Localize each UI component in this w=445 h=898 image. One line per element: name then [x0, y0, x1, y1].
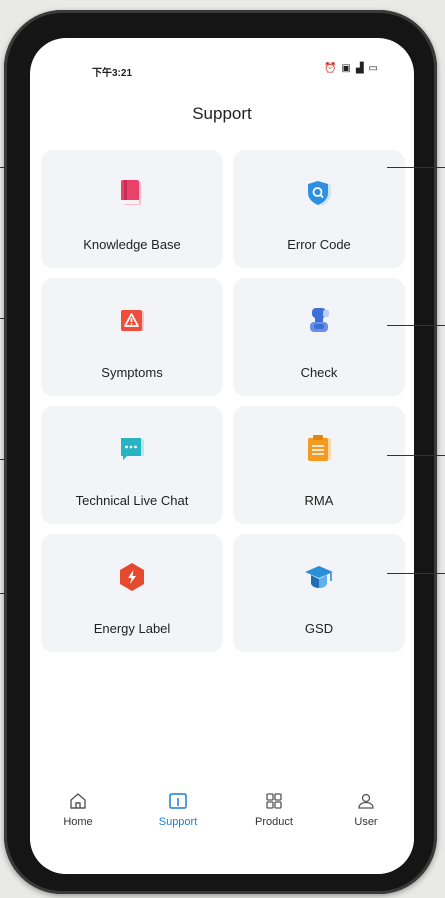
bottom-tab-bar: Home Support Product User [30, 778, 414, 874]
support-grid: Knowledge Base Error Code Symptoms Check… [41, 150, 405, 652]
home-icon [70, 793, 86, 809]
shield-search-icon [302, 176, 336, 210]
grid-icon [266, 793, 282, 809]
status-icons: ⏰ ▣ ▟ ▭ [324, 63, 378, 75]
phone-frame: 下午3:21 ⏰ ▣ ▟ ▭ Support Knowledge Base Er… [4, 10, 437, 894]
book-icon [115, 176, 149, 210]
battery-icon: ▭ [368, 63, 378, 74]
card-error-code[interactable]: Error Code [233, 150, 405, 268]
card-energy-label[interactable]: Energy Label [41, 534, 223, 652]
card-knowledge-base[interactable]: Knowledge Base [41, 150, 223, 268]
warning-icon [115, 304, 149, 338]
leader-line-rma [387, 455, 445, 456]
tab-label: Support [158, 816, 198, 828]
signal-icon: ▟ [355, 63, 364, 74]
card-label: Symptoms [101, 365, 163, 380]
card-check[interactable]: Check [233, 278, 405, 396]
card-label: GSD [304, 621, 334, 636]
leader-line-check [387, 325, 445, 326]
tab-label: Home [63, 816, 93, 828]
tab-product[interactable]: Product [234, 790, 314, 828]
tab-label: Product [255, 816, 293, 828]
card-gsd[interactable]: GSD [233, 534, 405, 652]
alarm-icon: ⏰ [323, 63, 337, 74]
graduation-cap-icon [302, 560, 336, 594]
tab-user[interactable]: User [326, 790, 406, 828]
card-symptoms[interactable]: Symptoms [41, 278, 223, 396]
leader-line-gsd [387, 573, 445, 574]
tab-label: User [354, 816, 378, 828]
chat-icon [115, 432, 149, 466]
card-label: RMA [304, 493, 334, 508]
user-icon [358, 793, 374, 809]
card-label: Energy Label [93, 621, 171, 636]
card-technical-live-chat[interactable]: Technical Live Chat [41, 406, 223, 524]
phone-screen: 下午3:21 ⏰ ▣ ▟ ▭ Support Knowledge Base Er… [30, 38, 414, 874]
card-label: Error Code [287, 237, 351, 252]
card-label: Knowledge Base [83, 237, 181, 252]
tab-home[interactable]: Home [38, 790, 118, 828]
status-time: 下午3:21 [92, 68, 133, 79]
check-robot-icon [302, 304, 336, 338]
clipboard-icon [302, 432, 336, 466]
page-title: Support [192, 104, 252, 123]
leader-line-error-code [387, 167, 445, 168]
card-label: Technical Live Chat [75, 493, 189, 508]
support-icon [169, 793, 187, 809]
card-rma[interactable]: RMA [233, 406, 405, 524]
card-label: Check [300, 365, 338, 380]
status-bar: 下午3:21 ⏰ ▣ ▟ ▭ [30, 62, 414, 82]
energy-hexagon-icon [115, 560, 149, 594]
tab-support[interactable]: Support [138, 790, 218, 828]
battery-saver-icon: ▣ [341, 63, 351, 74]
